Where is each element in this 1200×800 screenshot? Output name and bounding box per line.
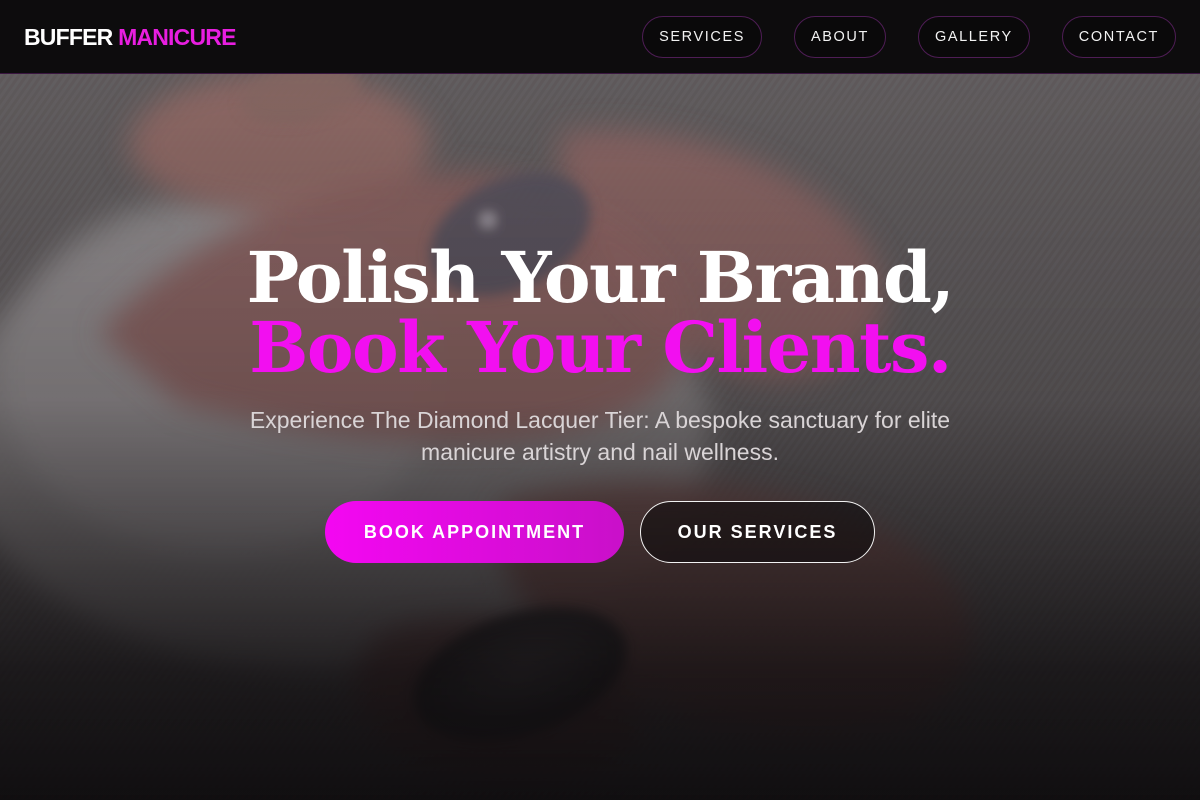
hero-headline-line2: Book Your Clients. xyxy=(249,306,952,389)
nav-item-services[interactable]: SERVICES xyxy=(642,16,762,58)
our-services-button[interactable]: OUR SERVICES xyxy=(640,501,875,563)
nav-item-about[interactable]: ABOUT xyxy=(794,16,886,58)
hero-subtitle: Experience The Diamond Lacquer Tier: A b… xyxy=(249,407,951,465)
site-header: BUFFER MANICURE SERVICES ABOUT GALLERY C… xyxy=(0,0,1200,74)
book-appointment-button[interactable]: BOOK APPOINTMENT xyxy=(325,501,624,563)
nav-item-gallery[interactable]: GALLERY xyxy=(917,16,1030,58)
logo-text-primary: BUFFER xyxy=(24,24,113,50)
brand-logo[interactable]: BUFFER MANICURE xyxy=(24,22,236,52)
main-nav: SERVICES ABOUT GALLERY CONTACT xyxy=(642,16,1176,58)
hero-section: Polish Your Brand, Book Your Clients. Ex… xyxy=(0,74,1200,800)
landing-page: BUFFER MANICURE SERVICES ABOUT GALLERY C… xyxy=(0,0,1200,800)
hero-headline-line1: Polish Your Brand, xyxy=(246,236,955,319)
nav-item-contact[interactable]: CONTACT xyxy=(1061,16,1176,58)
logo-text-accent: MANICURE xyxy=(118,24,236,50)
